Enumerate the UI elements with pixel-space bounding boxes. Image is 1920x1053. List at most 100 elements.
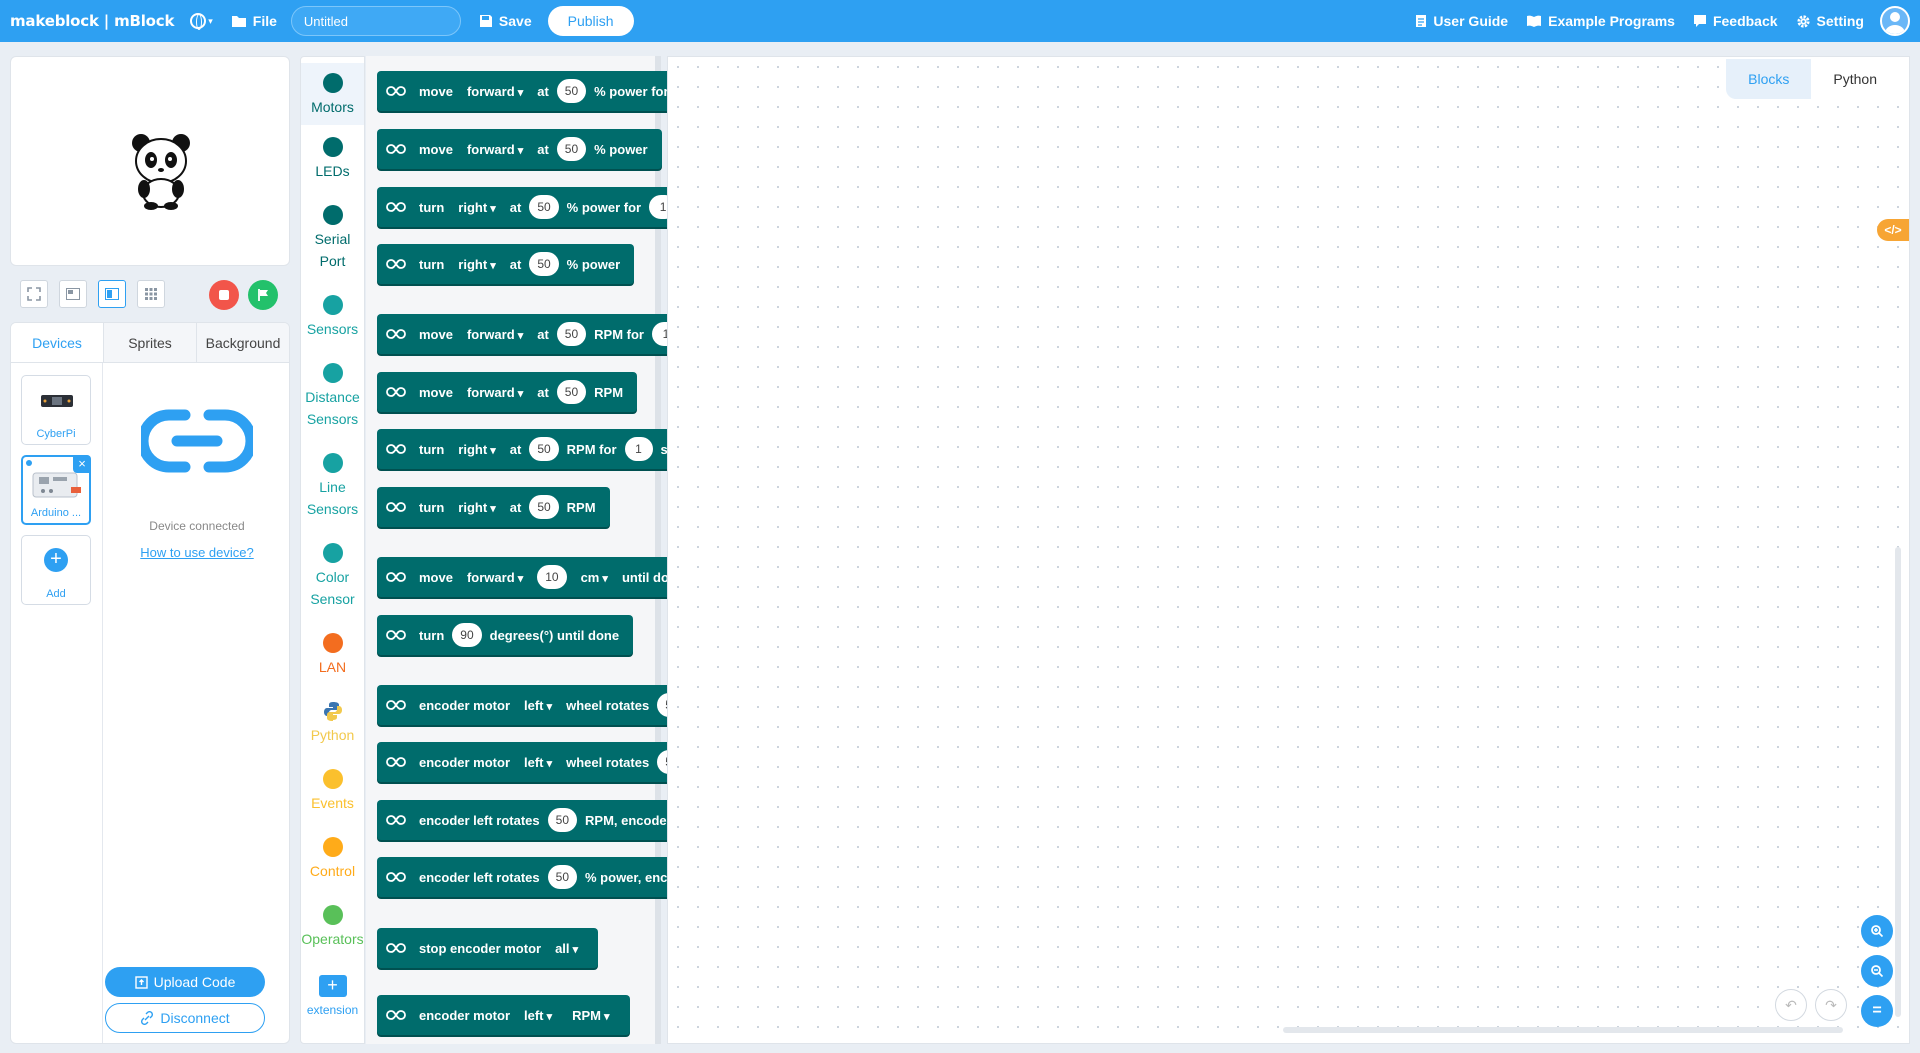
- block-number-input[interactable]: 50: [529, 252, 559, 276]
- normal-stage-icon: [105, 288, 119, 300]
- block-dropdown[interactable]: forward: [461, 84, 529, 99]
- small-stage-button[interactable]: [59, 280, 87, 308]
- extension-label: extension: [306, 1003, 359, 1017]
- script-workspace[interactable]: Blocks Python </> = ↶ ↷: [667, 56, 1910, 1044]
- category-control[interactable]: Control: [301, 837, 364, 882]
- category-dot-icon: [322, 137, 343, 157]
- publish-button[interactable]: Publish: [547, 6, 634, 36]
- device-card-arduino[interactable]: × Arduino ...: [21, 455, 91, 525]
- save-button[interactable]: Save: [479, 13, 532, 29]
- undo-button[interactable]: ↶: [1775, 989, 1807, 1021]
- block-number-input[interactable]: 10: [537, 565, 567, 589]
- tab-devices[interactable]: Devices: [11, 323, 104, 362]
- green-flag-button[interactable]: [248, 280, 278, 310]
- block-dropdown[interactable]: right: [452, 442, 501, 457]
- block-dropdown[interactable]: all: [549, 941, 584, 956]
- project-title-input[interactable]: [290, 6, 461, 36]
- motor-block[interactable]: turn 90 degrees(°) until done: [377, 615, 634, 655]
- block-text: at: [509, 499, 522, 515]
- motor-block[interactable]: turn rightat 50 RPM: [377, 487, 610, 527]
- block-dropdown[interactable]: forward: [461, 142, 529, 157]
- block-number-input[interactable]: 50: [556, 322, 587, 346]
- block-number-input[interactable]: 1: [624, 437, 653, 461]
- tab-python[interactable]: Python: [1811, 59, 1899, 99]
- block-number-input[interactable]: 50: [556, 380, 587, 404]
- motor-block[interactable]: move forward at 50 RPM: [377, 372, 638, 412]
- block-text: % power: [594, 141, 648, 157]
- block-dropdown[interactable]: left: [518, 1008, 558, 1023]
- user-guide-link[interactable]: User Guide: [1415, 13, 1508, 29]
- extension-button[interactable]: + extension: [301, 975, 364, 1017]
- category-dot-icon: [322, 543, 343, 563]
- block-number-input[interactable]: 50: [547, 865, 578, 889]
- block-dropdown[interactable]: cm: [575, 570, 614, 585]
- block-number-input[interactable]: 50: [529, 195, 559, 219]
- category-sensors[interactable]: Sensors: [301, 295, 364, 340]
- block-number-input[interactable]: 50: [556, 137, 587, 161]
- block-dropdown[interactable]: forward: [461, 327, 529, 342]
- redo-button[interactable]: ↷: [1815, 989, 1847, 1021]
- connected-dot-icon: [26, 460, 32, 466]
- block-dropdown[interactable]: right: [452, 257, 501, 272]
- category-python[interactable]: Python: [301, 701, 364, 746]
- block-dropdown[interactable]: RPM: [566, 1008, 615, 1023]
- motor-block[interactable]: turn rightat 50 % power: [377, 244, 635, 284]
- setting-menu[interactable]: Setting: [1796, 13, 1864, 29]
- block-number-input[interactable]: 50: [529, 495, 559, 519]
- stop-button[interactable]: [209, 280, 239, 310]
- feedback-link[interactable]: Feedback: [1693, 13, 1778, 29]
- upload-code-button[interactable]: Upload Code: [105, 967, 265, 997]
- category-operators[interactable]: Operators: [301, 905, 364, 950]
- block-number-input[interactable]: 50: [556, 79, 587, 103]
- motor-block[interactable]: stop encoder motor all: [377, 928, 599, 968]
- category-dot-icon: [322, 905, 343, 925]
- vertical-scrollbar[interactable]: [1895, 547, 1901, 1017]
- language-menu[interactable]: ▾: [174, 13, 213, 30]
- horizontal-scrollbar[interactable]: [1283, 1027, 1843, 1033]
- grid-view-button[interactable]: [137, 280, 165, 308]
- block-dropdown[interactable]: left: [518, 698, 558, 713]
- category-serial-port[interactable]: Serial Port: [301, 205, 364, 272]
- user-avatar[interactable]: [1880, 6, 1910, 36]
- add-device-button[interactable]: + Add: [21, 535, 91, 605]
- code-panel-toggle[interactable]: </>: [1877, 219, 1909, 241]
- category-distance-sensors[interactable]: Distance Sensors: [301, 363, 364, 430]
- motor-block[interactable]: move forward at 50 % power: [377, 129, 662, 169]
- how-to-use-device-link[interactable]: How to use device?: [103, 545, 289, 560]
- category-color-sensor[interactable]: Color Sensor: [301, 543, 364, 610]
- motor-block[interactable]: encoder motor left RPM: [377, 995, 630, 1035]
- block-dropdown[interactable]: left: [518, 755, 558, 770]
- block-text: at: [537, 326, 549, 342]
- tab-background[interactable]: Background: [197, 323, 289, 362]
- file-menu[interactable]: File: [231, 13, 277, 29]
- panda-sprite[interactable]: [126, 131, 196, 211]
- stage-canvas[interactable]: [10, 56, 290, 266]
- category-events[interactable]: Events: [301, 769, 364, 814]
- zoom-out-button[interactable]: [1861, 955, 1893, 987]
- block-dropdown[interactable]: right: [452, 200, 501, 215]
- example-programs-link[interactable]: Example Programs: [1526, 13, 1675, 29]
- category-motors[interactable]: Motors: [301, 63, 364, 125]
- zoom-in-button[interactable]: [1861, 915, 1893, 947]
- block-number-input[interactable]: 50: [529, 437, 559, 461]
- reset-zoom-button[interactable]: =: [1861, 995, 1893, 1027]
- motor-block[interactable]: moveforward10cmuntil done: [377, 557, 699, 597]
- fullscreen-button[interactable]: [20, 280, 48, 308]
- device-panel-tabs: Devices Sprites Background: [11, 323, 289, 363]
- category-lan[interactable]: LAN: [301, 633, 364, 678]
- block-number-input[interactable]: 90: [452, 623, 482, 647]
- normal-stage-button[interactable]: [98, 280, 126, 308]
- block-dropdown[interactable]: right: [452, 500, 501, 515]
- block-number-input[interactable]: 50: [547, 808, 578, 832]
- category-line-sensors[interactable]: Line Sensors: [301, 453, 364, 520]
- tab-blocks[interactable]: Blocks: [1726, 59, 1812, 99]
- makeblock-logo[interactable]: makeblock | mBlock: [10, 12, 174, 30]
- globe-icon: [190, 13, 207, 30]
- arduino-infinity-icon: [385, 258, 407, 270]
- block-dropdown[interactable]: forward: [461, 385, 529, 400]
- device-card-cyberpi[interactable]: CyberPi: [21, 375, 91, 445]
- block-dropdown[interactable]: forward: [461, 570, 529, 585]
- category-leds[interactable]: LEDs: [301, 137, 364, 182]
- tab-sprites[interactable]: Sprites: [104, 323, 197, 362]
- disconnect-button[interactable]: Disconnect: [105, 1003, 265, 1033]
